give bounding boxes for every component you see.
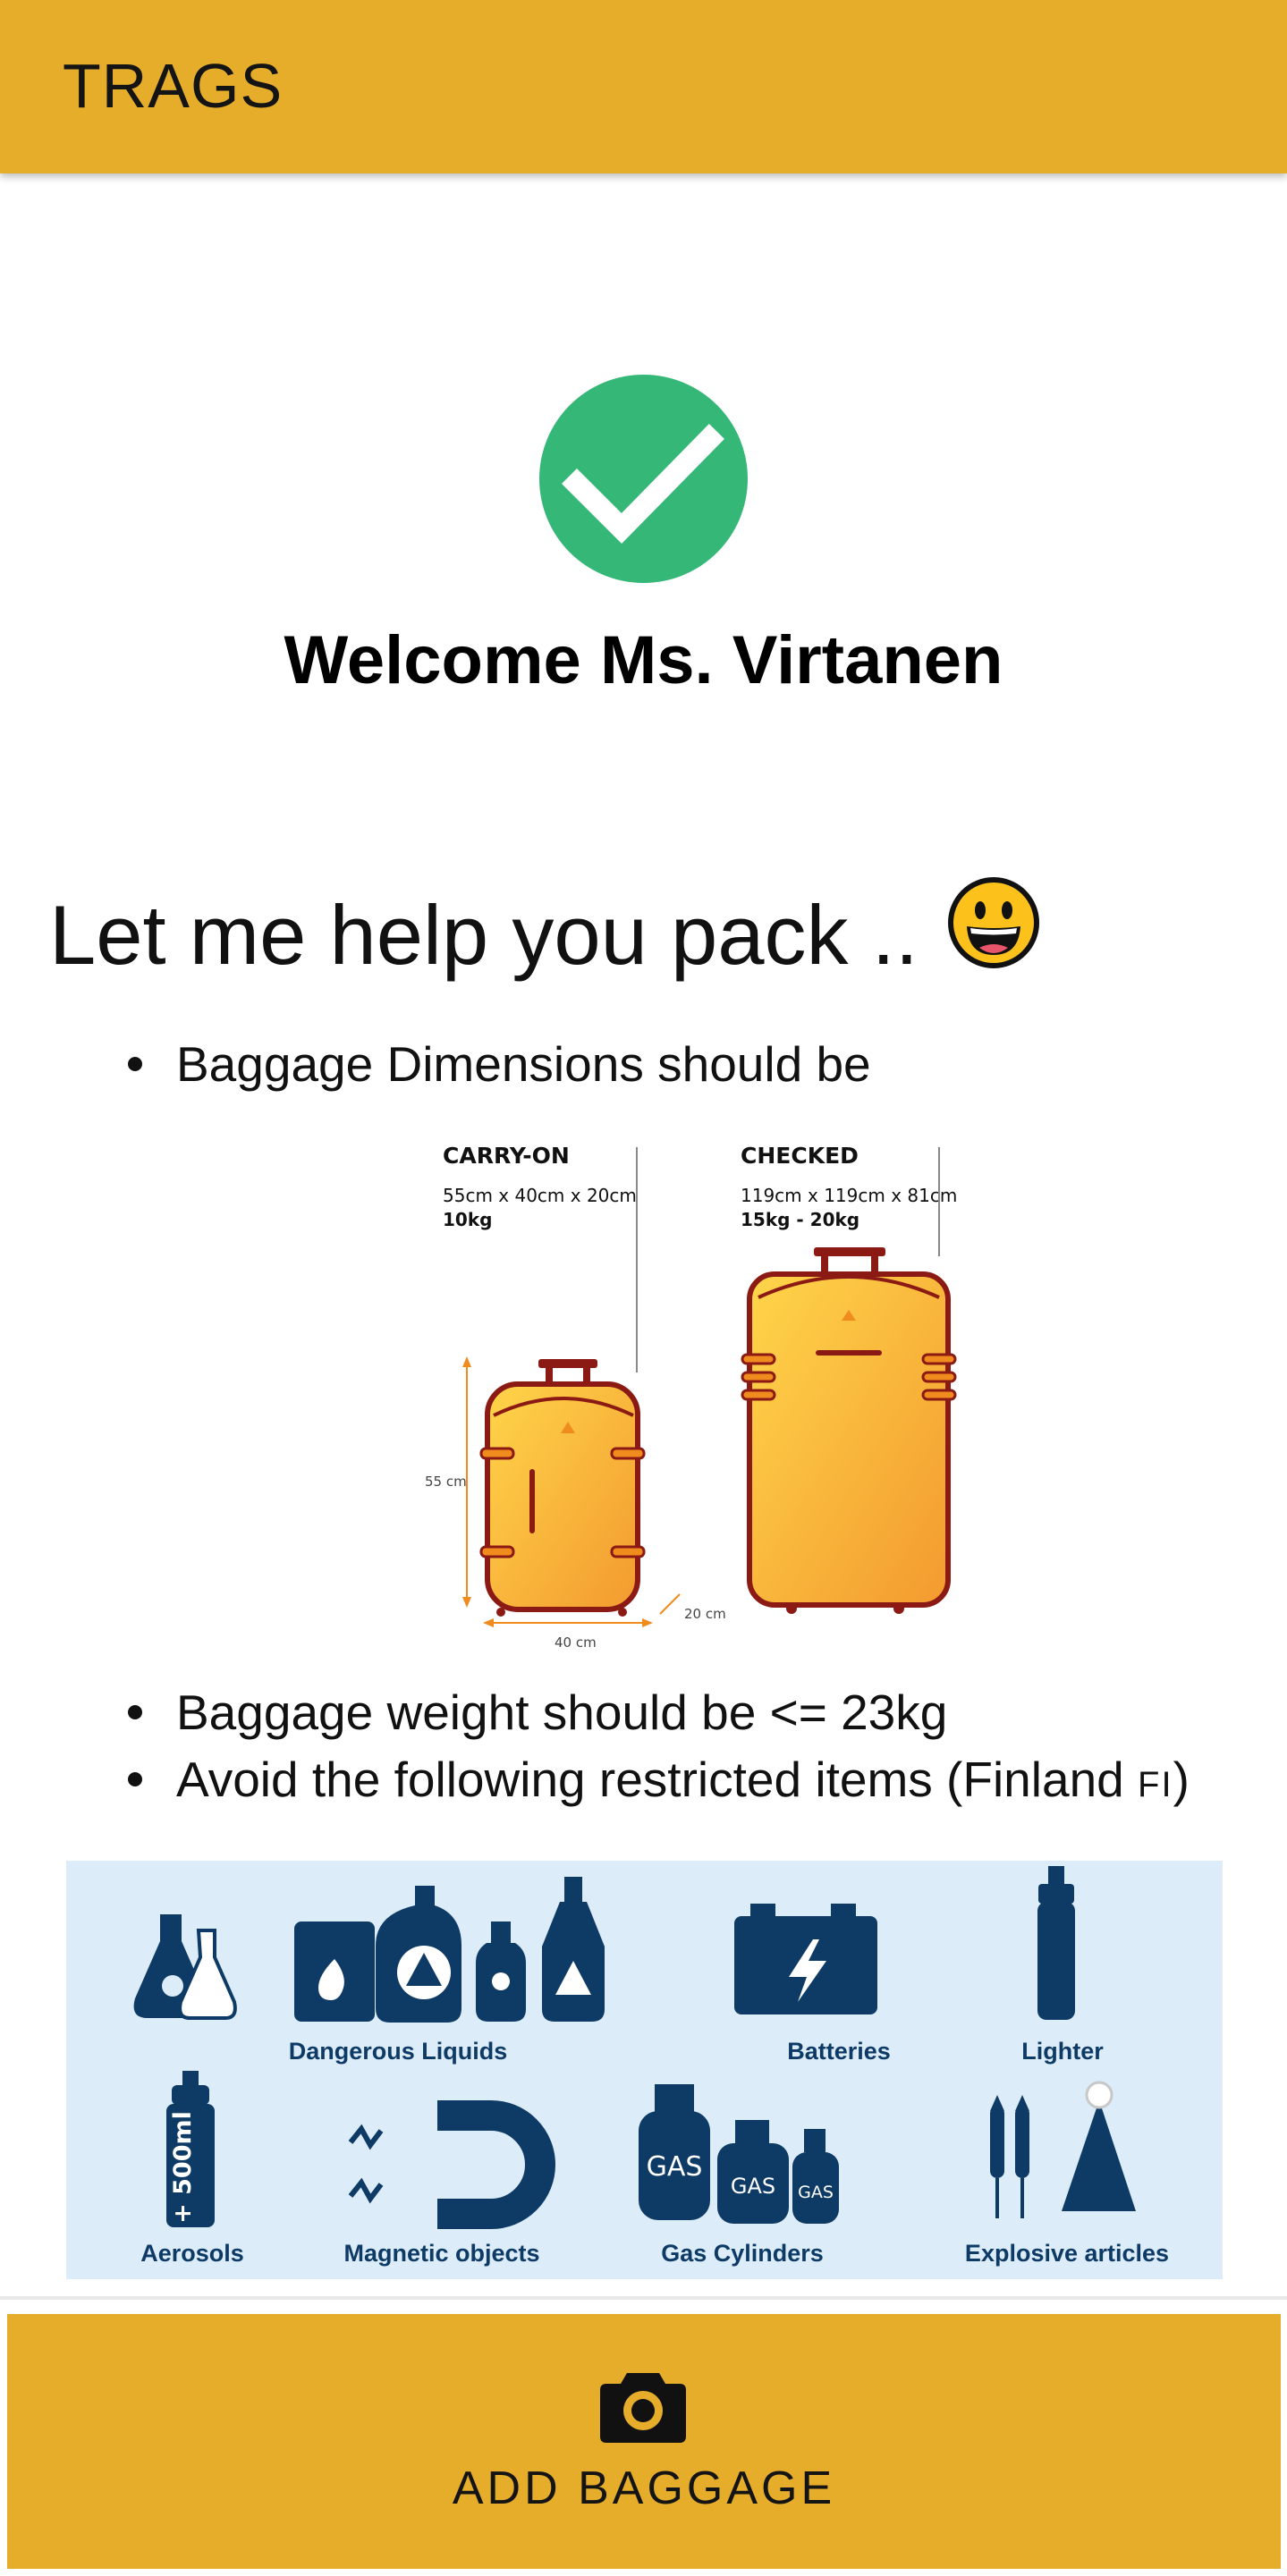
success-check-icon (539, 375, 748, 583)
aerosol-icon: + 500ml (166, 2071, 215, 2227)
add-baggage-button[interactable]: ADD BAGGAGE (7, 2314, 1281, 2569)
checked-weight: 15kg - 20kg (741, 1209, 859, 1230)
checked-dims: 119cm x 119cm x 81cm (741, 1185, 957, 1206)
tip-restricted-close: ) (1173, 1752, 1190, 1807)
restricted-label-aerosols: Aerosols (140, 2240, 244, 2267)
restricted-label-dangerous-liquids: Dangerous Liquids (288, 2038, 508, 2065)
gas-text-2: GAS (731, 2174, 775, 2199)
grinning-face-icon (947, 876, 1040, 989)
tip-restricted-text: Avoid the following restricted items (Fi… (176, 1752, 1139, 1807)
tip-weight: Baggage weight should be <= 23kg (127, 1684, 948, 1741)
welcome-message: Welcome Ms. Virtanen (284, 622, 1003, 698)
dangerous-liquids-icon (133, 1877, 605, 2023)
tip-dimensions-text: Baggage Dimensions should be (176, 1036, 871, 1092)
aerosol-volume-text: + 500ml (169, 2111, 197, 2224)
tip-restricted: Avoid the following restricted items (Fi… (128, 1751, 1190, 1808)
magnet-icon (348, 2100, 555, 2229)
carry-on-weight: 10kg (443, 1209, 492, 1230)
baggage-dimensions-illustration: CARRY-ON 55cm x 40cm x 20cm 10kg CHECKED… (411, 1131, 966, 1685)
finland-flag-icon: FI (1138, 1765, 1173, 1804)
lighter-icon (1037, 1866, 1075, 2020)
explosive-icon (990, 2081, 1136, 2218)
restricted-label-explosive-articles: Explosive articles (964, 2240, 1170, 2267)
help-heading-text: Let me help you pack .. (49, 887, 919, 982)
carry-on-title: CARRY-ON (443, 1143, 570, 1169)
gas-text-3: GAS (798, 2183, 834, 2202)
camera-icon (600, 2369, 686, 2443)
battery-icon (734, 1904, 877, 2014)
carry-on-dims: 55cm x 40cm x 20cm (443, 1185, 637, 1206)
carry-on-suitcase-icon (479, 1359, 646, 1617)
add-baggage-label: ADD BAGGAGE (452, 2462, 836, 2514)
help-heading: Let me help you pack .. (49, 877, 1040, 998)
restricted-label-lighter: Lighter (1021, 2038, 1104, 2065)
carry-on-width-label: 40 cm (555, 1634, 597, 1651)
restricted-label-batteries: Batteries (787, 2038, 891, 2065)
restricted-label-magnetic-objects: Magnetic objects (343, 2240, 540, 2267)
checked-suitcase-icon (741, 1247, 957, 1614)
gas-text-1: GAS (647, 2151, 703, 2183)
app-bar: TRAGS (0, 0, 1287, 173)
restricted-label-gas-cylinders: Gas Cylinders (661, 2240, 824, 2267)
footer-divider (0, 2296, 1287, 2300)
carry-on-height-label: 55 cm (425, 1474, 467, 1490)
checked-title: CHECKED (741, 1143, 859, 1169)
tip-weight-text: Baggage weight should be <= 23kg (176, 1685, 948, 1740)
tip-dimensions: Baggage Dimensions should be (128, 1035, 871, 1093)
gas-cylinder-icon: GAS GAS GAS (639, 2084, 839, 2224)
restricted-items-panel: + 500ml GAS GAS GAS Dangerous Liquids Ba… (66, 1861, 1223, 2279)
app-title: TRAGS (63, 51, 284, 121)
carry-on-depth-label: 20 cm (684, 1606, 726, 1622)
